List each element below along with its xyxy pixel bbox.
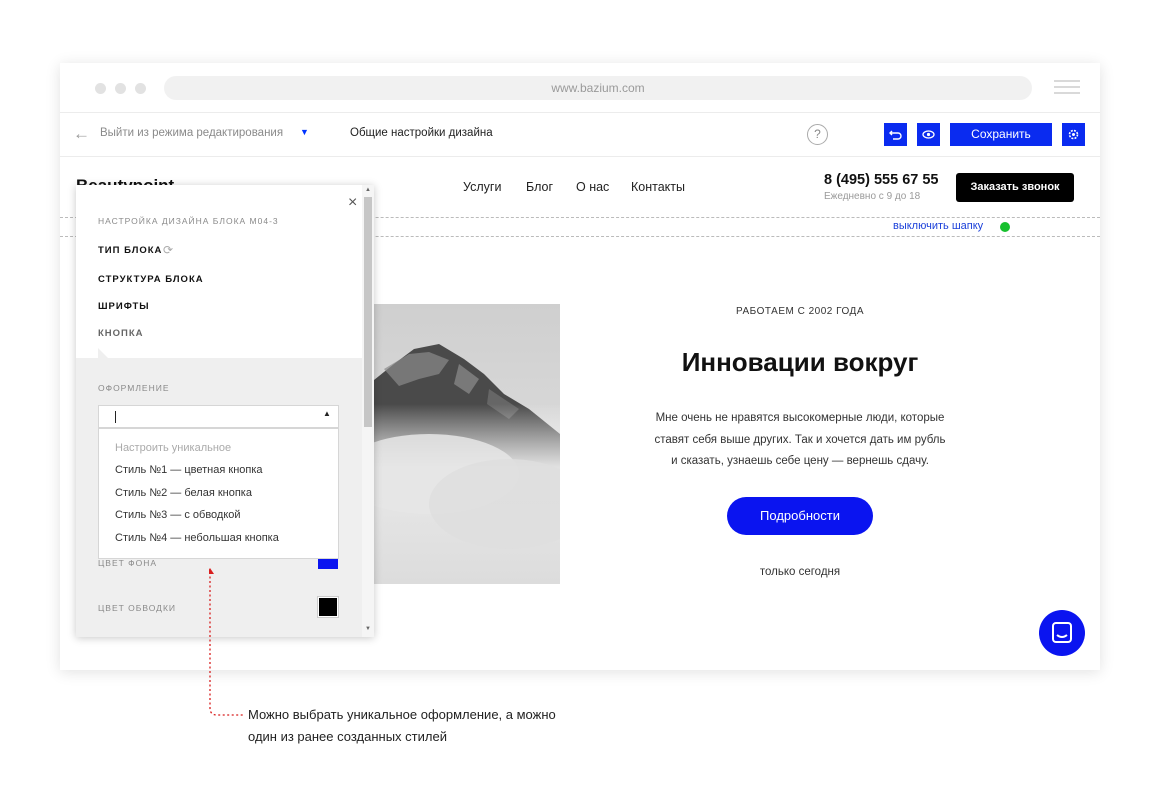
menu-icon[interactable] <box>1054 80 1080 94</box>
design-settings-link[interactable]: Общие настройки дизайна <box>350 127 493 139</box>
scroll-thumb[interactable] <box>364 197 372 427</box>
dropdown-option[interactable]: Стиль №3 — с обводкой <box>115 509 241 521</box>
save-button[interactable]: Сохранить <box>950 123 1052 146</box>
annotation-line: Можно выбрать уникальное оформление, а м… <box>248 707 556 722</box>
annotation-line: один из ранее созданных стилей <box>248 729 447 744</box>
dropdown-option[interactable]: Стиль №2 — белая кнопка <box>115 487 252 499</box>
order-call-button[interactable]: Заказать звонок <box>956 173 1074 202</box>
phone-number[interactable]: 8 (495) 555 67 55 <box>824 172 938 188</box>
panel-item-button[interactable]: КНОПКА <box>98 328 144 339</box>
text-cursor <box>115 411 116 423</box>
preview-button[interactable] <box>917 123 940 146</box>
window-dot-icon[interactable] <box>135 83 146 94</box>
exit-edit-mode-link[interactable]: Выйти из режима редактирования <box>100 127 283 139</box>
panel-item-structure[interactable]: СТРУКТУРА БЛОКА <box>98 274 204 285</box>
scroll-down-icon[interactable]: ▼ <box>365 626 371 632</box>
caret-down-icon[interactable]: ▼ <box>300 127 309 137</box>
hero-description-line: Мне очень не нравятся высокомерные люди,… <box>655 412 945 424</box>
hero-description: Мне очень не нравятся высокомерные люди,… <box>630 408 970 473</box>
dropdown-option-unique[interactable]: Настроить уникальное <box>115 442 231 454</box>
bg-color-swatch[interactable] <box>318 559 338 569</box>
undo-icon <box>889 130 902 140</box>
eye-icon <box>922 130 935 139</box>
url-bar[interactable]: www.bazium.com <box>164 76 1032 100</box>
close-icon[interactable]: × <box>348 195 357 211</box>
nav-item-blog[interactable]: Блог <box>526 180 553 194</box>
dropdown-option[interactable]: Стиль №4 — небольшая кнопка <box>115 532 279 544</box>
nav-item-services[interactable]: Услуги <box>463 180 501 194</box>
caret-up-icon[interactable]: ▲ <box>323 409 331 418</box>
chat-button[interactable] <box>1039 610 1085 656</box>
window-dot-icon[interactable] <box>95 83 106 94</box>
style-select[interactable]: ▲ <box>98 405 339 428</box>
since-label: РАБОТАЕМ С 2002 ГОДА <box>735 306 864 317</box>
scroll-up-icon[interactable]: ▲ <box>365 187 371 193</box>
border-color-swatch[interactable] <box>317 596 339 618</box>
refresh-icon[interactable]: ⟳ <box>163 243 173 257</box>
panel-scrollbar[interactable]: ▲ ▼ <box>362 185 374 637</box>
style-dropdown: Настроить уникальное Стиль №1 — цветная … <box>98 428 339 559</box>
annotation-connector <box>209 568 243 716</box>
details-button[interactable]: Подробности <box>727 497 873 535</box>
appearance-label: ОФОРМЛЕНИЕ <box>98 383 170 393</box>
nav-item-contacts[interactable]: Контакты <box>631 180 685 194</box>
window-dot-icon[interactable] <box>115 83 126 94</box>
dropdown-option[interactable]: Стиль №1 — цветная кнопка <box>115 464 263 476</box>
back-arrow-icon[interactable]: ← <box>73 124 90 144</box>
border-color-label: ЦВЕТ ОБВОДКИ <box>98 603 176 613</box>
status-dot-icon <box>1000 222 1010 232</box>
hero-description-line: и сказать, узнаешь себе цену — вернешь с… <box>671 455 929 467</box>
hero-description-line: ставят себя выше других. Так и хочется д… <box>654 433 946 446</box>
mountain-image <box>369 304 560 584</box>
only-today-label: только сегодня <box>759 566 841 578</box>
bg-color-label: ЦВЕТ ФОНА <box>98 558 158 568</box>
browser-chrome: www.bazium.com <box>60 63 1100 113</box>
annotation-text: Можно выбрать уникальное оформление, а м… <box>248 704 628 748</box>
panel-item-block-type[interactable]: ТИП БЛОКА <box>98 245 162 256</box>
settings-button[interactable] <box>1062 123 1085 146</box>
panel-item-fonts[interactable]: ШРИФТЫ <box>98 301 150 312</box>
undo-button[interactable] <box>884 123 907 146</box>
chat-icon <box>1052 622 1072 643</box>
hero-title: Инновации вокруг <box>681 347 919 377</box>
help-button[interactable]: ? <box>807 124 828 145</box>
editor-toolbar: ← Выйти из режима редактирования ▼ Общие… <box>60 113 1100 157</box>
working-hours: Ежедневно с 9 до 18 <box>824 191 921 202</box>
disable-header-link[interactable]: выключить шапку <box>893 220 983 232</box>
gear-icon <box>1068 129 1079 140</box>
panel-title: НАСТРОЙКА ДИЗАЙНА БЛОКА M04-3 <box>98 216 279 226</box>
panel-notch <box>98 348 108 358</box>
nav-item-about[interactable]: О нас <box>576 180 609 194</box>
